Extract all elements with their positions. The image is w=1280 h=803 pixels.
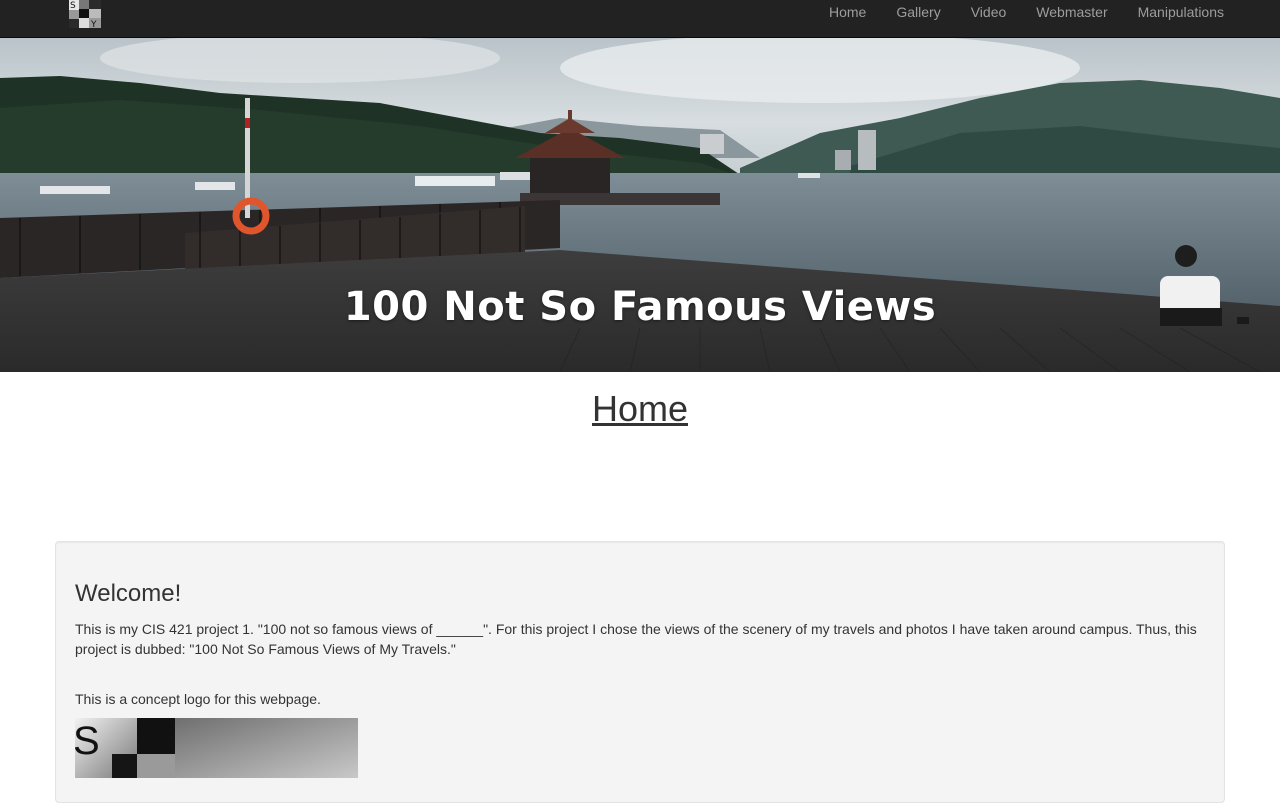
concept-logo-image: S (75, 718, 358, 778)
hero-title: 100 Not So Famous Views (343, 284, 937, 330)
brand-letter-y: Y (90, 20, 97, 28)
nav-menu: Home Gallery Video Webmaster Manipulatio… (799, 0, 1224, 24)
page-title-text: Home (591, 388, 689, 429)
concept-logo-letter: S (75, 719, 100, 763)
navbar: S Y Home Gallery Video Webmaster Manipul… (0, 0, 1280, 38)
logo-caption: This is a concept logo for this webpage. (75, 691, 321, 707)
welcome-panel: Welcome! This is my CIS 421 project 1. "… (55, 541, 1225, 803)
nav-manipulations-link[interactable]: Manipulations (1138, 4, 1224, 20)
welcome-intro-text: This is my CIS 421 project 1. "100 not s… (75, 621, 1197, 657)
nav-video-link[interactable]: Video (971, 4, 1007, 20)
nav-webmaster-link[interactable]: Webmaster (1036, 4, 1107, 20)
brand-logo[interactable]: S Y (69, 0, 101, 28)
nav-home-link[interactable]: Home (829, 4, 866, 20)
nav-gallery-link[interactable]: Gallery (896, 4, 940, 20)
welcome-heading: Welcome! (75, 580, 182, 607)
hero-banner: 100 Not So Famous Views (0, 38, 1280, 372)
brand-letter-s: S (70, 1, 76, 11)
page-title: Home (0, 388, 1280, 430)
